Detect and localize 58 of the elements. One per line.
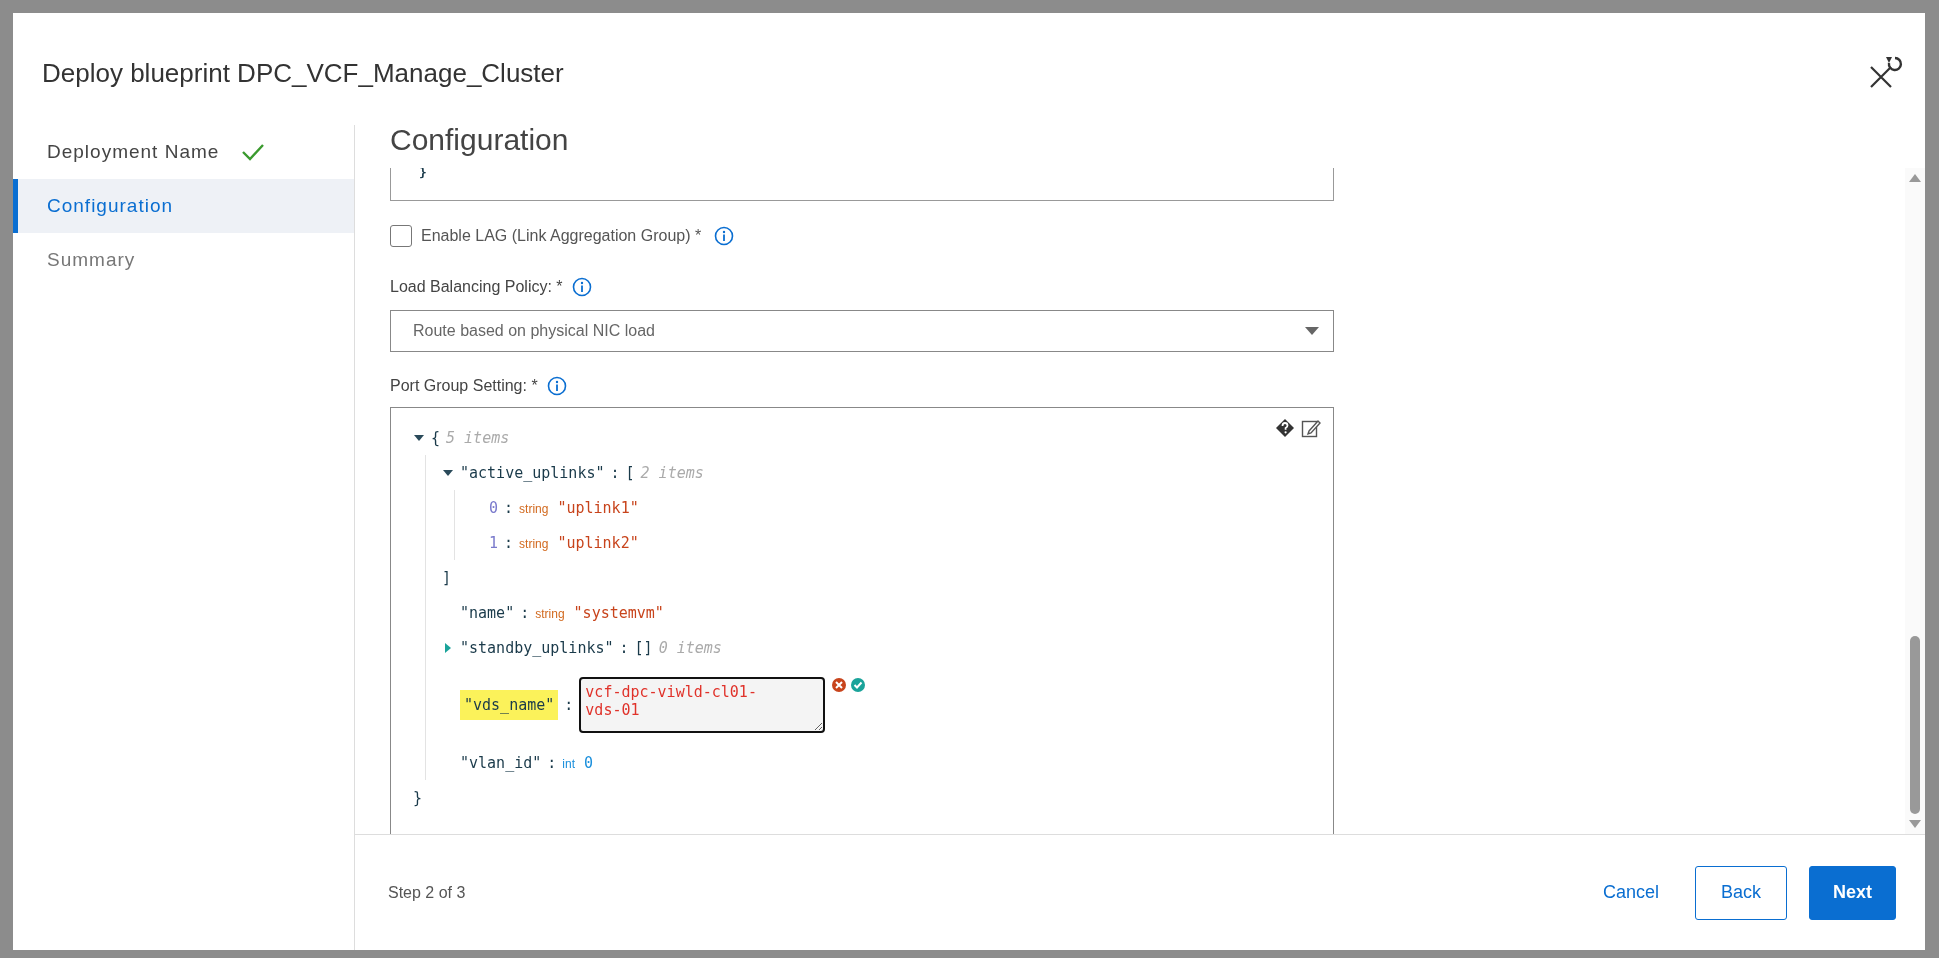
dialog-title: Deploy blueprint DPC_VCF_Manage_Cluster	[42, 57, 564, 89]
separator: :	[504, 533, 514, 552]
cancel-button[interactable]: Cancel	[1588, 865, 1673, 920]
bracket: {	[431, 428, 441, 447]
checkbox[interactable]	[390, 225, 412, 247]
item-count: 0 items	[658, 638, 722, 657]
array-index: 1	[489, 533, 499, 552]
separator: :	[504, 498, 514, 517]
type-label: string	[535, 606, 565, 621]
info-icon[interactable]	[546, 376, 567, 396]
bracket: ]	[442, 568, 452, 587]
checkbox-label: Enable LAG (Link Aggregation Group) *	[421, 227, 702, 245]
item-count: 5 items	[446, 428, 510, 447]
json-value: 0	[584, 753, 594, 772]
field-label: Load Balancing Policy: *	[390, 278, 563, 296]
scrollbar-thumb[interactable]	[1910, 636, 1920, 814]
next-button[interactable]: Next	[1809, 865, 1896, 920]
scroll-up-icon[interactable]	[1909, 174, 1921, 182]
confirm-icon[interactable]	[850, 677, 867, 693]
json-value: "uplink2"	[557, 533, 639, 552]
step-item[interactable]: Deployment Name	[13, 125, 354, 179]
json-key: "vds_name"	[460, 690, 559, 720]
back-button[interactable]: Back	[1695, 865, 1787, 920]
step-item[interactable]: Configuration	[13, 179, 354, 233]
separator: :	[564, 696, 574, 714]
bracket: }	[413, 788, 423, 807]
separator: :	[547, 753, 557, 772]
scroll-down-icon[interactable]	[1909, 820, 1921, 828]
caret-icon	[1305, 327, 1319, 335]
json-key: "standby_uplinks"	[460, 638, 614, 657]
separator: :	[520, 603, 530, 622]
step-item[interactable]: Summary	[13, 233, 354, 287]
bracket: [	[625, 463, 635, 482]
edit-icon[interactable]	[1301, 418, 1321, 438]
json-key: "vlan_id"	[460, 753, 542, 772]
text-area[interactable]: }	[390, 168, 1334, 201]
type-label: int	[562, 756, 575, 771]
help-icon[interactable]	[1275, 418, 1295, 438]
array-index: 0	[489, 498, 499, 517]
json-key: "active_uplinks"	[460, 463, 605, 482]
cancel-icon[interactable]	[831, 677, 848, 693]
json-value: "uplink1"	[557, 498, 639, 517]
item-count: 2 items	[640, 463, 704, 482]
scrollbar[interactable]	[1905, 168, 1925, 834]
type-label: string	[519, 501, 549, 516]
step-indicator: Step 2 of 3	[388, 883, 467, 902]
value-input-field[interactable]: vcf-dpc-viwld-cl01-vds-01	[579, 677, 826, 733]
section-heading: Configuration	[389, 125, 570, 158]
info-icon[interactable]	[571, 277, 592, 297]
separator: :	[610, 463, 620, 482]
field-label: Port Group Setting: *	[390, 377, 538, 395]
info-icon[interactable]	[714, 226, 735, 246]
json-key: "name"	[460, 603, 515, 622]
bracket: []	[634, 638, 653, 657]
json-value: "systemvm"	[573, 603, 664, 622]
separator: :	[619, 638, 629, 657]
type-label: string	[519, 536, 549, 551]
policy-dropdown[interactable]: Route based on physical NIC load	[390, 310, 1334, 352]
